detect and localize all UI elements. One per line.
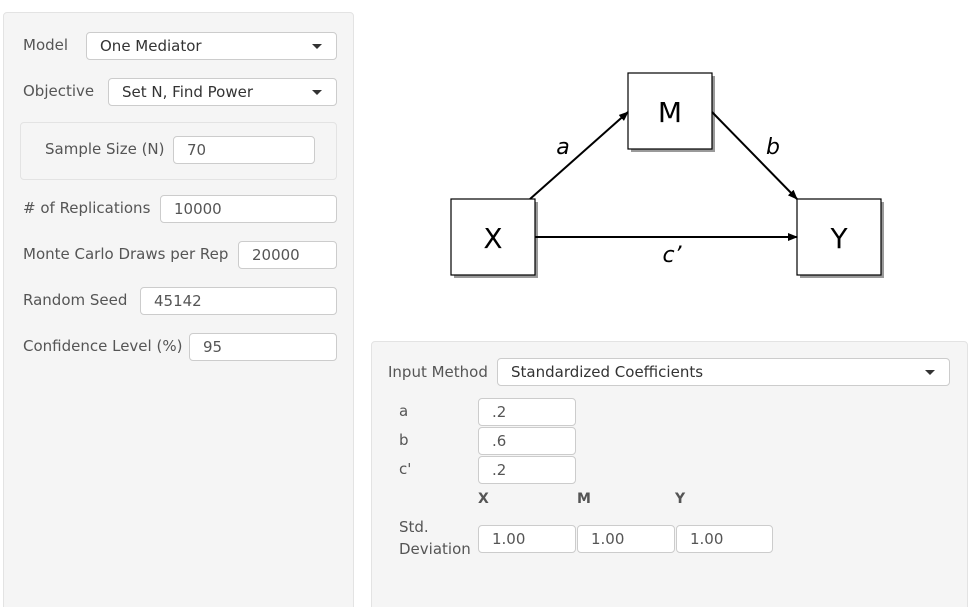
coef-a-label: a	[399, 402, 409, 420]
replications-label: # of Replications	[23, 199, 151, 217]
seed-input[interactable]: 45142	[140, 287, 337, 315]
coef-b-input[interactable]: .6	[478, 427, 576, 455]
coef-c-prime-label: c'	[399, 460, 412, 478]
chevron-down-icon	[312, 44, 322, 49]
model-select-value: One Mediator	[100, 37, 202, 55]
chevron-down-icon	[312, 90, 322, 95]
path-b-label: b	[766, 135, 780, 160]
node-m-label: M	[658, 96, 682, 129]
node-y-label: Y	[829, 222, 848, 255]
mediation-diagram: M X Y a b c’	[450, 72, 884, 278]
std-dev-m-input[interactable]: 1.00	[577, 525, 675, 553]
input-method-select[interactable]: Standardized Coefficients	[497, 358, 950, 386]
objective-select-value: Set N, Find Power	[122, 83, 254, 101]
column-header-x: X	[478, 491, 489, 507]
path-c-prime-label: c’	[662, 243, 682, 268]
column-header-m: M	[577, 491, 591, 507]
std-dev-x-input[interactable]: 1.00	[478, 525, 576, 553]
std-dev-label-line1: Std.	[399, 518, 429, 536]
confidence-input[interactable]: 95	[189, 333, 337, 361]
replications-input[interactable]: 10000	[160, 195, 337, 223]
confidence-label: Confidence Level (%)	[23, 337, 183, 355]
objective-select[interactable]: Set N, Find Power	[108, 78, 337, 106]
mc-draws-input[interactable]: 20000	[238, 241, 337, 269]
sample-size-input[interactable]: 70	[173, 136, 315, 164]
chevron-down-icon	[925, 370, 935, 375]
mc-draws-label: Monte Carlo Draws per Rep	[23, 245, 229, 263]
seed-label: Random Seed	[23, 291, 128, 309]
column-header-y: Y	[675, 491, 686, 507]
coef-c-prime-input[interactable]: .2	[478, 456, 576, 484]
std-dev-label-line2: Deviation	[399, 540, 471, 558]
coef-b-label: b	[399, 431, 409, 449]
path-a-arrow	[529, 111, 629, 200]
std-dev-y-input[interactable]: 1.00	[676, 525, 773, 553]
path-a-label: a	[556, 135, 569, 160]
input-method-value: Standardized Coefficients	[511, 363, 704, 381]
sample-size-label: Sample Size (N)	[45, 140, 165, 158]
path-b-arrow	[711, 111, 798, 200]
objective-label: Objective	[23, 82, 95, 100]
model-select[interactable]: One Mediator	[86, 32, 337, 60]
input-method-label: Input Method	[388, 363, 488, 381]
coef-a-input[interactable]: .2	[478, 398, 576, 426]
node-x-label: X	[483, 222, 502, 255]
model-label: Model	[23, 36, 69, 54]
